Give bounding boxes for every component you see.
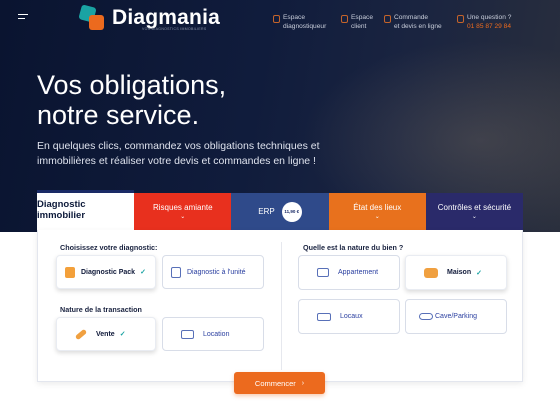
nav-label: Commande [394, 14, 429, 21]
hero-subtitle: En quelques clics, commandez vos obligat… [37, 140, 320, 167]
diag-type-label: Choisissez votre diagnostic: [60, 243, 158, 252]
arrow-right-icon: › [301, 379, 305, 387]
house-icon [424, 267, 438, 278]
option-locaux[interactable]: Locaux [298, 299, 400, 334]
apartment-icon [317, 268, 329, 277]
document-icon [171, 266, 181, 278]
nav-espace-diagnostiqueur[interactable]: Espace diagnostiqueur [273, 13, 326, 31]
tab-label: Contrôles et sécurité [437, 203, 512, 212]
user-icon [273, 15, 280, 23]
price-badge: 11,90 € [281, 201, 302, 222]
option-label: Vente [96, 330, 115, 338]
nav-commande-devis[interactable]: Commande et devis en ligne [384, 13, 442, 31]
nav-label: et devis en ligne [394, 23, 442, 30]
check-icon: ✓ [140, 269, 146, 276]
question-label: Une question ? [467, 14, 512, 21]
tab-risques-amiante[interactable]: Risques amiante ⌄ [134, 193, 232, 230]
diagnostic-form-panel: Choisissez votre diagnostic: Diagnostic … [37, 230, 523, 382]
nav-label: client [351, 23, 367, 30]
option-label: Diagnostic à l'unité [187, 268, 246, 276]
title-line: notre service. [37, 100, 200, 130]
option-label: Locaux [340, 313, 363, 320]
chevron-down-icon: ⌄ [471, 214, 477, 220]
location-icon [181, 329, 194, 339]
option-label: Location [203, 330, 230, 338]
pack-icon [65, 266, 75, 278]
tab-label: ERP [258, 207, 275, 216]
tab-label: Risques amiante [153, 203, 213, 212]
car-icon [419, 313, 433, 320]
transaction-label: Nature de la transaction [60, 305, 142, 314]
nav-label: diagnostiqueur [283, 23, 327, 30]
option-location[interactable]: Location [162, 317, 264, 351]
service-tabs: Diagnostic immobilier Risques amiante ⌄ … [37, 190, 524, 230]
nav-label: Espace [283, 14, 305, 21]
option-label: Appartement [338, 269, 379, 276]
phone-number[interactable]: 01 85 87 29 84 [467, 22, 511, 31]
logo-tagline: VOS DIAGNOSTICS IMMOBILIERS [142, 27, 207, 31]
logo-mark-icon [78, 4, 106, 32]
menu-icon[interactable] [18, 14, 28, 21]
chevron-down-icon: ⌄ [180, 214, 186, 220]
logo[interactable]: Diagmania VOS DIAGNOSTICS IMMOBILIERS [78, 4, 220, 32]
tab-diagnostic-immobilier[interactable]: Diagnostic immobilier [37, 190, 135, 230]
option-vente[interactable]: Vente ✓ [56, 317, 156, 351]
option-diagnostic-pack[interactable]: Diagnostic Pack ✓ [56, 255, 156, 289]
option-cave-parking[interactable]: Cave/Parking [405, 299, 507, 334]
option-label: Cave/Parking [435, 313, 478, 320]
start-label: Commencer [254, 378, 296, 388]
logo-name: Diagmania [112, 6, 220, 29]
option-label: Maison [447, 269, 472, 276]
premises-icon [317, 312, 331, 321]
key-icon [74, 328, 88, 340]
title-line: Vos obligations, [37, 70, 227, 100]
tab-etat-des-lieux[interactable]: État des lieux ⌄ [328, 193, 426, 230]
nav-label: Espace [351, 14, 373, 21]
start-button[interactable]: Commencer › [234, 372, 325, 394]
check-icon: ✓ [119, 331, 126, 338]
option-appartement[interactable]: Appartement [298, 255, 400, 290]
chevron-down-icon: ⌄ [374, 214, 380, 220]
divider [281, 242, 282, 370]
user-icon [341, 15, 348, 23]
cart-icon [384, 15, 391, 23]
tab-label: État des lieux [353, 203, 402, 212]
option-diagnostic-unite[interactable]: Diagnostic à l'unité [162, 255, 264, 289]
page-title: Vos obligations, notre service. [37, 70, 226, 130]
phone-icon [457, 15, 464, 23]
option-label: Diagnostic Pack [81, 268, 136, 276]
check-icon: ✓ [476, 269, 482, 277]
nav-phone[interactable]: Une question ? 01 85 87 29 84 [457, 13, 511, 31]
nav-espace-client[interactable]: Espace client [341, 13, 373, 31]
tab-controles-securite[interactable]: Contrôles et sécurité ⌄ [425, 193, 524, 230]
option-maison[interactable]: Maison ✓ [405, 255, 507, 290]
tab-erp[interactable]: ERP 11,90 € [231, 193, 329, 230]
property-label: Quelle est la nature du bien ? [303, 243, 404, 252]
tab-label: Diagnostic immobilier [37, 199, 86, 221]
